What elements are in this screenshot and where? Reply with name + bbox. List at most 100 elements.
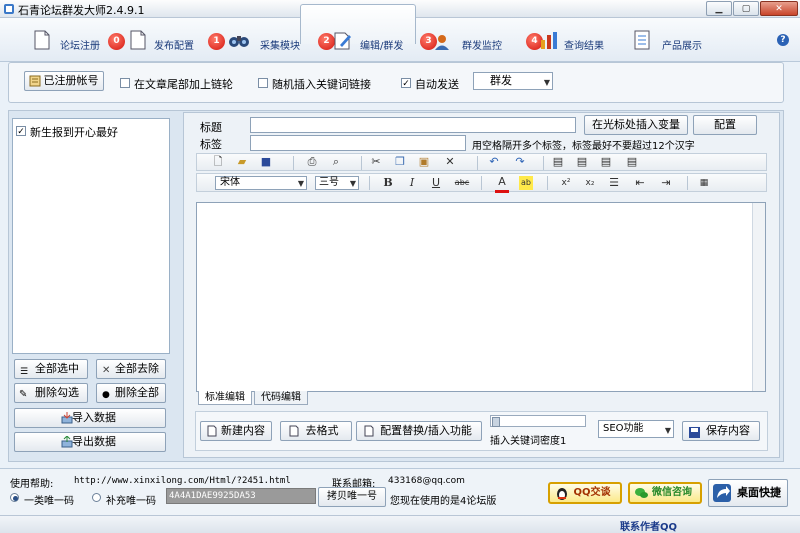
justify-icon[interactable]: ▤ <box>625 155 639 169</box>
underline-icon[interactable]: U <box>429 176 443 190</box>
tags-input[interactable] <box>250 135 466 151</box>
tab-products[interactable]: 产品展示 <box>630 22 730 60</box>
insert-variable-button[interactable]: 在光标处插入变量 <box>584 115 688 135</box>
wechat-consult-button[interactable]: 微信咨询 <box>628 482 702 504</box>
step-badge: 2 <box>318 33 335 50</box>
contact-author-link[interactable]: 联系作者QQ <box>620 518 677 533</box>
insert-table-icon[interactable]: ▦ <box>697 176 711 190</box>
delete-checked-button[interactable]: ✎ 删除勾选 <box>14 383 88 403</box>
user-icon <box>434 34 450 53</box>
auto-send-checkbox[interactable]: ✓ <box>401 78 411 89</box>
replace-insert-button[interactable]: 配置替换/插入功能 <box>356 421 482 441</box>
account-list-item[interactable]: 新生报到开心最好 <box>30 124 118 140</box>
paste-icon[interactable]: ▣ <box>417 155 431 169</box>
save-content-button[interactable]: 保存内容 <box>682 421 760 441</box>
tab-edit-send[interactable]: 2 编辑/群发 <box>316 22 416 60</box>
mode-select[interactable]: 群发 ▼ <box>473 72 553 90</box>
content-editor[interactable] <box>196 202 766 392</box>
button-label: 去格式 <box>305 424 339 437</box>
account-checkbox[interactable]: ✓ <box>16 126 26 137</box>
copy-icon[interactable]: ❐ <box>393 155 407 169</box>
remove-format-button[interactable]: 去格式 <box>280 421 352 441</box>
title-input[interactable] <box>250 117 576 133</box>
tab-collect-module[interactable]: 1 采集模块 <box>206 22 306 60</box>
delete-icon[interactable]: ✕ <box>443 155 457 169</box>
minimize-button[interactable]: ▁ <box>706 1 732 16</box>
tab-label: 论坛注册 <box>60 41 100 52</box>
export-data-button[interactable]: 导出数据 <box>14 432 166 452</box>
print-preview-icon[interactable]: ⌕ <box>329 155 343 169</box>
tab-label: 编辑/群发 <box>360 41 404 52</box>
align-right-icon[interactable]: ▤ <box>599 155 613 169</box>
deselect-all-button[interactable]: ✕ 全部去除 <box>96 359 166 379</box>
maximize-button[interactable]: ▢ <box>733 1 759 16</box>
format-icon <box>289 425 299 443</box>
open-folder-icon[interactable]: ▰ <box>235 155 249 169</box>
tab-code-edit[interactable]: 代码编辑 <box>254 391 308 405</box>
radio-primary-code[interactable] <box>10 493 19 502</box>
indent-icon[interactable]: ⇥ <box>659 176 673 190</box>
cut-icon[interactable]: ✂ <box>369 155 383 169</box>
unique-code-field[interactable]: 4A4A1DAE9925DA53 <box>166 488 316 504</box>
tab-publish-config[interactable]: 0 发布配置 <box>108 22 208 60</box>
import-data-button[interactable]: 导入数据 <box>14 408 166 428</box>
font-size-select[interactable]: 三号 ▼ <box>315 176 359 190</box>
account-list[interactable] <box>12 118 170 354</box>
bold-icon[interactable]: B <box>381 176 395 190</box>
ordered-list-icon[interactable]: ☰ <box>607 176 621 190</box>
strikethrough-icon[interactable]: abc <box>453 176 471 190</box>
print-icon[interactable]: ⎙ <box>305 155 319 169</box>
help-link[interactable]: http://www.xinxilong.com/Html/?2451.html <box>74 476 291 486</box>
chevron-down-icon: ▼ <box>297 179 304 188</box>
radio-supplement-code[interactable] <box>92 493 101 502</box>
registered-accounts-button[interactable]: 已注册帐号 <box>24 71 104 91</box>
config-button[interactable]: 配置 <box>693 115 757 135</box>
outdent-icon[interactable]: ⇤ <box>633 176 647 190</box>
qq-chat-button[interactable]: QQ交谈 <box>548 482 622 504</box>
append-link-checkbox[interactable] <box>120 78 130 88</box>
align-center-icon[interactable]: ▤ <box>575 155 589 169</box>
separator <box>687 176 688 190</box>
redo-icon[interactable]: ↷ <box>513 155 527 169</box>
subscript-icon[interactable]: x₂ <box>583 176 597 190</box>
superscript-icon[interactable]: x² <box>559 176 573 190</box>
select-all-button[interactable]: ☰ 全部选中 <box>14 359 88 379</box>
tab-send-monitor[interactable]: 3 群发监控 <box>420 22 520 60</box>
seo-select-value: SEO功能 <box>603 423 644 434</box>
auto-send-label: 自动发送 <box>415 78 459 91</box>
email-link[interactable]: 433168@qq.com <box>388 476 465 486</box>
export-icon <box>61 435 73 454</box>
delete-all-button[interactable]: ● 删除全部 <box>96 383 166 403</box>
copy-code-button[interactable]: 拷贝唯一号 <box>318 487 386 507</box>
tab-forum-register[interactable]: 论坛注册 <box>30 22 110 60</box>
tab-query-results[interactable]: 4 查询结果 <box>524 22 624 60</box>
save-disk-icon <box>689 426 700 444</box>
highlight-icon[interactable]: ab <box>519 176 533 190</box>
font-size-value: 三号 <box>319 177 339 188</box>
undo-icon[interactable]: ↶ <box>487 155 501 169</box>
scrollbar[interactable] <box>752 203 765 391</box>
italic-icon[interactable]: I <box>405 176 419 190</box>
help-icon[interactable]: ? <box>777 34 789 46</box>
save-icon[interactable]: ■ <box>259 155 273 169</box>
close-button[interactable]: ✕ <box>760 1 798 16</box>
button-label: 全部选中 <box>35 362 79 375</box>
new-content-button[interactable]: 新建内容 <box>200 421 272 441</box>
font-name-select[interactable]: 宋体 ▼ <box>215 176 307 190</box>
align-left-icon[interactable]: ▤ <box>551 155 565 169</box>
desktop-shortcut-button[interactable]: 桌面快捷 <box>708 479 788 507</box>
button-label: 导入数据 <box>72 411 116 424</box>
slider-handle[interactable] <box>492 417 500 427</box>
minimize-icon: ▁ <box>715 4 723 14</box>
close-icon: ✕ <box>775 4 783 14</box>
status-bar <box>0 515 800 533</box>
button-label: 已注册帐号 <box>43 74 99 87</box>
account-book-icon <box>29 75 41 93</box>
seo-select[interactable]: SEO功能 ▼ <box>598 420 674 438</box>
keyword-density-slider[interactable] <box>490 415 586 427</box>
new-file-icon[interactable]: 🗋 <box>211 155 225 169</box>
random-keyword-link-checkbox[interactable] <box>258 78 268 88</box>
tab-standard-edit[interactable]: 标准编辑 <box>198 391 252 405</box>
font-color-icon[interactable]: A <box>495 176 509 193</box>
button-label: 导出数据 <box>72 435 116 448</box>
